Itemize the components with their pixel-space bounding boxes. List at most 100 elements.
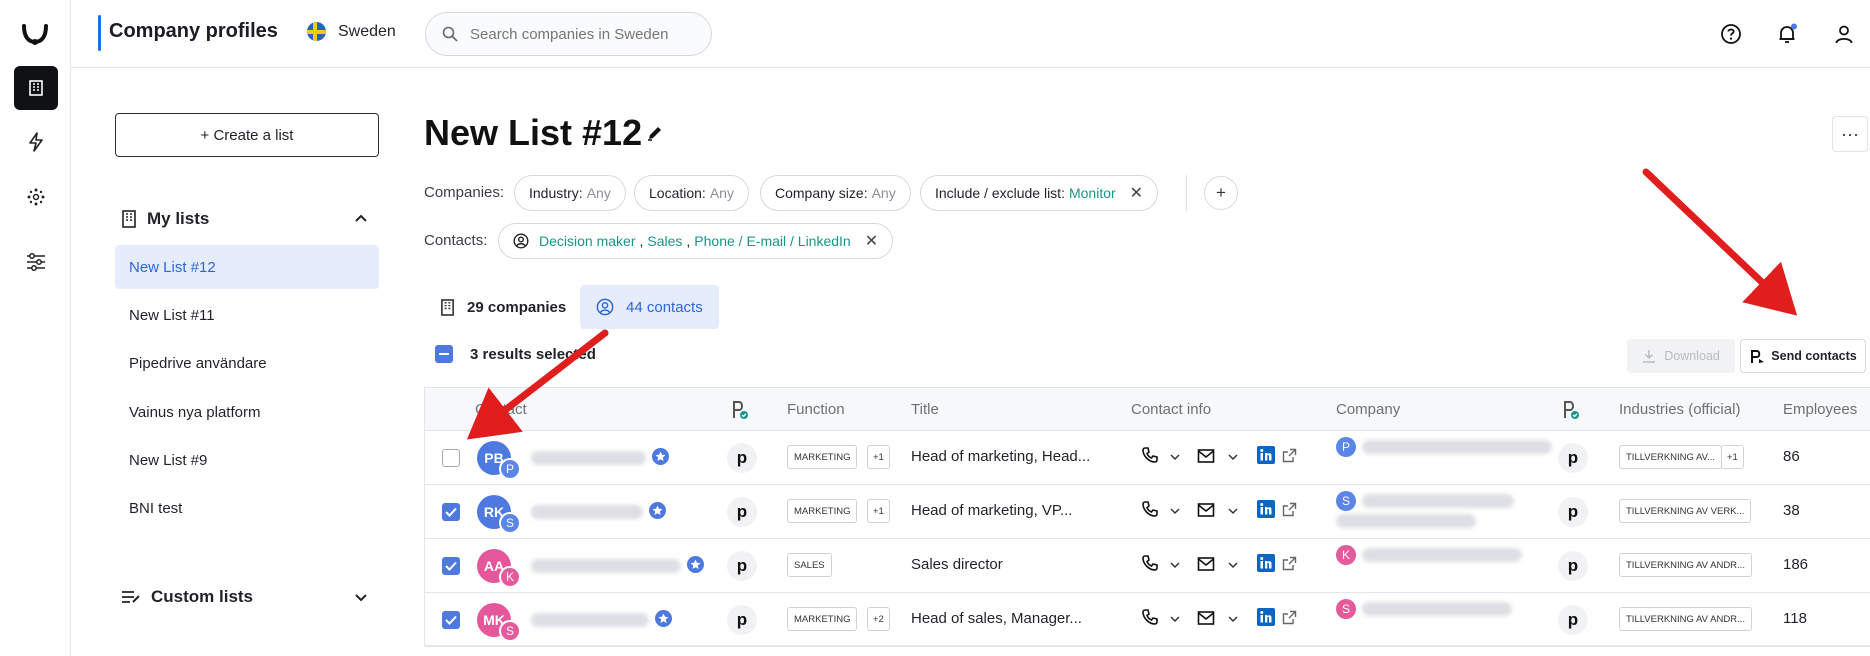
chevron-down-icon[interactable] xyxy=(1169,613,1181,625)
row-checkbox[interactable] xyxy=(442,611,460,629)
function-extra-tag[interactable]: +1 xyxy=(867,445,890,469)
external-link-icon[interactable] xyxy=(1282,610,1297,625)
contact-filter-chip[interactable]: Decision maker, Sales, Phone / E-mail / … xyxy=(498,223,894,259)
select-all-checkbox[interactable] xyxy=(435,345,453,363)
chevron-up-icon[interactable] xyxy=(354,212,368,226)
tab-contacts[interactable]: 44 contacts xyxy=(580,285,719,329)
mail-icon[interactable] xyxy=(1197,502,1215,518)
pipedrive-icon[interactable]: p xyxy=(727,443,757,473)
industry-filter-chip[interactable]: Industry: Any xyxy=(514,175,626,211)
column-employees[interactable]: Employees xyxy=(1783,401,1857,418)
row-checkbox[interactable] xyxy=(442,503,460,521)
pipedrive-icon[interactable]: p xyxy=(1558,497,1588,527)
sidebar-list-item[interactable]: BNI test xyxy=(115,486,379,530)
blurred-company-name[interactable] xyxy=(1362,602,1512,616)
sidebar-list-item[interactable]: Vainus nya platform xyxy=(115,390,379,434)
column-function[interactable]: Function xyxy=(787,401,845,418)
table-row[interactable]: PB P p MARKETING +1 Head of marketing, H… xyxy=(425,431,1870,485)
company-avatar: S xyxy=(499,620,521,642)
close-icon[interactable]: ✕ xyxy=(1130,183,1143,203)
column-title[interactable]: Title xyxy=(911,401,939,418)
column-company[interactable]: Company xyxy=(1336,401,1400,418)
pipedrive-icon[interactable]: p xyxy=(1558,443,1588,473)
linkedin-icon[interactable] xyxy=(1257,554,1275,572)
chevron-down-icon[interactable] xyxy=(354,590,368,604)
external-link-icon[interactable] xyxy=(1282,448,1297,463)
blurred-company-name[interactable] xyxy=(1362,548,1522,562)
linkedin-icon[interactable] xyxy=(1257,500,1275,518)
add-filter-button[interactable]: + xyxy=(1204,176,1238,210)
company-avatar: S xyxy=(1336,599,1356,619)
rail-signals-button[interactable] xyxy=(14,120,58,164)
logo-icon[interactable] xyxy=(20,20,50,50)
sidebar-list-item[interactable]: New List #11 xyxy=(115,293,379,337)
pipedrive-icon[interactable]: p xyxy=(1558,551,1588,581)
function-extra-tag[interactable]: +1 xyxy=(867,499,890,523)
row-checkbox[interactable] xyxy=(442,449,460,467)
country-selector[interactable]: Sweden xyxy=(307,22,396,41)
contact-title: Head of marketing, VP... xyxy=(911,502,1073,519)
table-row[interactable]: RK S p MARKETING +1 Head of marketing, V… xyxy=(425,485,1870,539)
close-icon[interactable]: ✕ xyxy=(865,231,878,251)
blurred-company-name xyxy=(1336,514,1476,528)
sidebar-list-item[interactable]: New List #12 xyxy=(115,245,379,289)
table-row[interactable]: AA K p SALES Sales director K p TILLVERK… xyxy=(425,539,1870,593)
pipedrive-icon[interactable]: p xyxy=(1558,605,1588,635)
column-contact[interactable]: Contact xyxy=(475,401,527,418)
chevron-down-icon[interactable] xyxy=(1227,613,1239,625)
sidebar-list-item[interactable]: New List #9 xyxy=(115,438,379,482)
custom-lists-header[interactable]: Custom lists xyxy=(121,587,253,607)
search-input[interactable] xyxy=(470,25,690,43)
chevron-down-icon[interactable] xyxy=(1227,559,1239,571)
linkedin-icon[interactable] xyxy=(1257,608,1275,626)
rail-companies-button[interactable] xyxy=(14,66,58,110)
function-tag: MARKETING xyxy=(787,499,858,523)
phone-icon[interactable] xyxy=(1141,554,1159,572)
help-icon[interactable] xyxy=(1717,20,1745,48)
column-contact-info[interactable]: Contact info xyxy=(1131,401,1211,418)
chevron-down-icon[interactable] xyxy=(1227,505,1239,517)
location-filter-chip[interactable]: Location: Any xyxy=(634,175,749,211)
pipedrive-icon[interactable]: p xyxy=(727,551,757,581)
mail-icon[interactable] xyxy=(1197,556,1215,572)
companies-filter-label: Companies: xyxy=(424,184,505,201)
create-list-button[interactable]: + Create a list xyxy=(115,113,379,157)
industry-extra-tag[interactable]: +1 xyxy=(1721,445,1744,469)
phone-icon[interactable] xyxy=(1141,446,1159,464)
phone-icon[interactable] xyxy=(1141,500,1159,518)
user-icon[interactable] xyxy=(1830,20,1858,48)
my-lists-header[interactable]: My lists xyxy=(121,209,209,229)
blurred-company-name[interactable] xyxy=(1362,440,1552,454)
search-box[interactable] xyxy=(425,12,712,56)
download-button[interactable]: Download xyxy=(1627,339,1735,373)
sidebar-list-item[interactable]: Pipedrive användare xyxy=(115,341,379,385)
include-list-filter-chip[interactable]: Include / exclude list: Monitor ✕ xyxy=(920,175,1159,211)
chevron-down-icon[interactable] xyxy=(1169,559,1181,571)
rail-settings-button[interactable] xyxy=(14,240,58,284)
function-extra-tag[interactable]: +2 xyxy=(867,607,890,631)
bell-icon[interactable] xyxy=(1773,20,1801,48)
table-row[interactable]: MK S p MARKETING +2 Head of sales, Manag… xyxy=(425,593,1870,647)
edit-icon[interactable] xyxy=(646,124,664,142)
chevron-down-icon[interactable] xyxy=(1227,451,1239,463)
chevron-down-icon[interactable] xyxy=(1169,451,1181,463)
size-filter-chip[interactable]: Company size: Any xyxy=(760,175,911,211)
row-checkbox[interactable] xyxy=(442,557,460,575)
blurred-company-name[interactable] xyxy=(1362,494,1514,508)
phone-icon[interactable] xyxy=(1141,608,1159,626)
column-industries[interactable]: Industries (official) xyxy=(1619,401,1740,418)
mail-icon[interactable] xyxy=(1197,610,1215,626)
chevron-down-icon[interactable] xyxy=(1169,505,1181,517)
external-link-icon[interactable] xyxy=(1282,502,1297,517)
pipedrive-icon[interactable]: p xyxy=(727,605,757,635)
mail-icon[interactable] xyxy=(1197,448,1215,464)
search-icon xyxy=(442,26,458,42)
rail-network-button[interactable] xyxy=(14,175,58,219)
send-contacts-button[interactable]: Send contacts xyxy=(1740,339,1866,373)
linkedin-icon[interactable] xyxy=(1257,446,1275,464)
tab-companies[interactable]: 29 companies xyxy=(424,285,582,329)
more-options-button[interactable]: ··· xyxy=(1832,116,1868,152)
pipedrive-icon[interactable]: p xyxy=(727,497,757,527)
chip-label: Location: xyxy=(649,185,706,201)
external-link-icon[interactable] xyxy=(1282,556,1297,571)
